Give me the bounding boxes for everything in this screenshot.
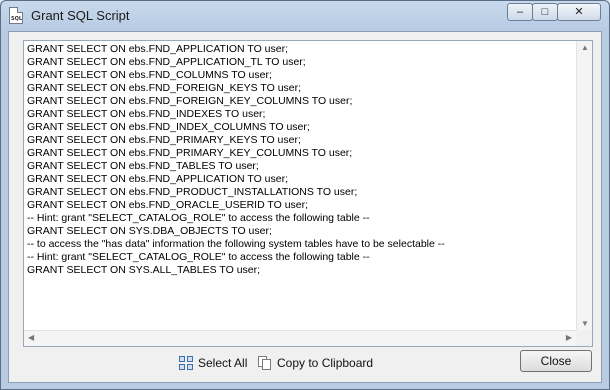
script-line: -- Hint: grant "SELECT_CATALOG_ROLE" to … xyxy=(27,251,370,263)
script-line: GRANT SELECT ON ebs.FND_APPLICATION TO u… xyxy=(27,43,289,55)
select-all-label: Select All xyxy=(198,356,248,370)
script-line: GRANT SELECT ON ebs.FND_ORACLE_USERID TO… xyxy=(27,199,309,211)
script-line: GRANT SELECT ON ebs.FND_FOREIGN_KEYS TO … xyxy=(27,82,302,94)
minimize-button[interactable]: – xyxy=(507,3,533,21)
copy-to-clipboard-label: Copy to Clipboard xyxy=(277,356,374,370)
copy-to-clipboard-button[interactable]: Copy to Clipboard xyxy=(257,353,373,373)
script-line: GRANT SELECT ON ebs.FND_FOREIGN_KEY_COLU… xyxy=(27,95,353,107)
window-close-button[interactable]: ✕ xyxy=(557,3,601,21)
title-bar[interactable]: SQL Grant SQL Script – □ ✕ xyxy=(1,1,609,31)
select-all-button[interactable]: Select All xyxy=(178,353,247,373)
scroll-down-arrow-icon[interactable]: ▼ xyxy=(581,319,589,328)
scroll-right-arrow-icon[interactable]: ▶ xyxy=(566,333,572,342)
script-line: GRANT SELECT ON ebs.FND_TABLES TO user; xyxy=(27,160,259,172)
script-line: GRANT SELECT ON ebs.FND_INDEX_COLUMNS TO… xyxy=(27,121,310,133)
select-all-grid-icon xyxy=(178,355,194,371)
script-line: GRANT SELECT ON ebs.FND_APPLICATION TO u… xyxy=(27,173,289,185)
script-line: GRANT SELECT ON ebs.FND_INDEXES TO user; xyxy=(27,108,266,120)
dialog-client-area: GRANT SELECT ON ebs.FND_APPLICATION TO u… xyxy=(8,31,602,383)
close-button[interactable]: Close xyxy=(520,350,592,372)
script-line: GRANT SELECT ON ebs.FND_COLUMNS TO user; xyxy=(27,69,272,81)
script-line: GRANT SELECT ON ebs.FND_PRODUCT_INSTALLA… xyxy=(27,186,358,198)
scrollbar-corner xyxy=(576,330,592,346)
window-title: Grant SQL Script xyxy=(31,8,130,23)
script-line: GRANT SELECT ON ebs.FND_PRIMARY_KEYS TO … xyxy=(27,134,301,146)
scroll-left-arrow-icon[interactable]: ◀ xyxy=(28,333,34,342)
grant-sql-script-dialog: SQL Grant SQL Script – □ ✕ GRANT SELECT … xyxy=(0,0,610,390)
script-line: GRANT SELECT ON ebs.FND_PRIMARY_KEY_COLU… xyxy=(27,147,353,159)
maximize-button[interactable]: □ xyxy=(532,3,558,21)
script-line: -- Hint: grant "SELECT_CATALOG_ROLE" to … xyxy=(27,212,370,224)
script-line: GRANT SELECT ON SYS.DBA_OBJECTS TO user; xyxy=(27,225,272,237)
sql-script-textarea[interactable]: GRANT SELECT ON ebs.FND_APPLICATION TO u… xyxy=(23,40,593,347)
script-line: GRANT SELECT ON ebs.FND_APPLICATION_TL T… xyxy=(27,56,306,68)
clipboard-copy-icon xyxy=(257,355,273,371)
scroll-up-arrow-icon[interactable]: ▲ xyxy=(581,43,589,52)
script-line: GRANT SELECT ON SYS.ALL_TABLES TO user; xyxy=(27,264,261,276)
script-line: -- to access the "has data" information … xyxy=(27,238,445,250)
vertical-scrollbar[interactable]: ▲ ▼ xyxy=(576,41,592,330)
horizontal-scrollbar[interactable]: ◀ ▶ xyxy=(24,330,576,346)
sql-script-text[interactable]: GRANT SELECT ON ebs.FND_APPLICATION TO u… xyxy=(27,43,575,330)
sql-file-icon: SQL xyxy=(9,7,23,24)
